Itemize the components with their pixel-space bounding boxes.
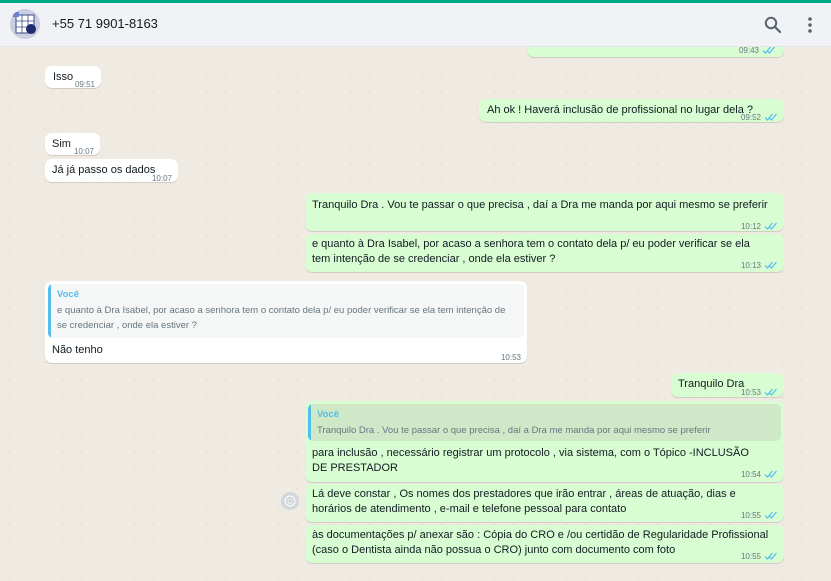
message-time: 10:55 <box>740 511 761 520</box>
message-text: Sim <box>52 138 71 150</box>
quote-bar <box>48 284 51 338</box>
quote-author: Você <box>57 289 80 300</box>
message-bubble-outgoing-reply[interactable]: Você Tranquilo Dra . Vou te passar o que… <box>305 401 784 482</box>
message-bubble-outgoing[interactable]: Tranquilo Dra . Vou te passar o que prec… <box>305 193 784 231</box>
double-check-icon <box>764 261 777 269</box>
message-bubble-incoming[interactable]: Sim 10:07 <box>45 133 100 156</box>
message-text: Isso <box>53 71 74 83</box>
message-bubble-incoming[interactable]: Já já passo os dados 10:07 <box>45 159 178 183</box>
message-text: e quanto à Dra Isabel, por acaso a senho… <box>312 238 750 265</box>
double-check-icon <box>762 47 775 54</box>
message-text: Lá deve constar , Os nomes dos prestador… <box>312 488 736 515</box>
message-time: 10:55 <box>740 552 761 561</box>
message-bubble-outgoing[interactable]: Lá deve constar , Os nomes dos prestador… <box>305 484 784 522</box>
message-text: para inclusão , necessário registrar um … <box>312 447 749 474</box>
quote-text: Tranquilo Dra . Vou te passar o que prec… <box>317 425 711 436</box>
double-check-icon <box>764 470 777 478</box>
message-text: Já já passo os dados <box>52 164 156 176</box>
quote-author: Você <box>317 409 340 420</box>
message-time: 09:43 <box>738 47 759 55</box>
double-check-icon <box>764 511 777 519</box>
message-time: 10:07 <box>73 147 94 156</box>
quote-bar <box>308 404 311 441</box>
message-bubble-outgoing[interactable]: às documentações p/ anexar são : Cópia d… <box>305 525 784 563</box>
message-text: Não tenho <box>52 344 103 356</box>
kebab-menu-icon[interactable] <box>800 15 820 35</box>
quote-text: e quanto à Dra Isabel, por acaso a senho… <box>57 305 506 331</box>
search-icon[interactable] <box>763 15 783 35</box>
message-time: 10:13 <box>740 261 761 270</box>
message-time: 10:53 <box>500 353 521 362</box>
message-list[interactable]: 09:43 Isso 09:51 Ah ok ! Haverá inclusão… <box>0 47 831 581</box>
message-bubble-incoming-reply[interactable]: Você e quanto à Dra Isabel, por acaso a … <box>45 281 527 363</box>
message-time: 10:53 <box>740 388 761 397</box>
message-bubble-outgoing[interactable]: Tranquilo Dra 10:53 <box>671 373 784 397</box>
message-bubble-outgoing[interactable]: e quanto à Dra Isabel, por acaso a senho… <box>305 234 784 272</box>
contact-name[interactable]: +55 71 9901-8163 <box>52 16 158 31</box>
message-time: 10:54 <box>740 470 761 479</box>
message-time: 09:51 <box>74 80 95 89</box>
message-time: 10:07 <box>151 174 172 183</box>
double-check-icon <box>764 388 777 396</box>
avatar[interactable] <box>10 9 40 39</box>
double-check-icon <box>764 222 777 230</box>
message-time: 10:12 <box>740 222 761 231</box>
chat-header: +55 71 9901-8163 <box>0 3 831 47</box>
message-bubble-incoming[interactable]: Isso 09:51 <box>45 66 101 89</box>
message-text: às documentações p/ anexar são : Cópia d… <box>312 529 769 556</box>
message-bubble-outgoing[interactable]: 09:43 <box>527 47 784 57</box>
message-time: 09:52 <box>740 113 761 122</box>
emoji-reaction-icon[interactable] <box>281 492 299 510</box>
quoted-message[interactable]: Você Tranquilo Dra . Vou te passar o que… <box>308 404 781 441</box>
double-check-icon <box>764 552 777 560</box>
message-text: Tranquilo Dra . Vou te passar o que prec… <box>312 199 768 211</box>
message-text: Ah ok ! Haverá inclusão de profissional … <box>487 104 753 116</box>
double-check-icon <box>764 113 777 121</box>
message-text: Tranquilo Dra <box>678 378 745 390</box>
message-bubble-outgoing[interactable]: Ah ok ! Haverá inclusão de profissional … <box>479 99 784 122</box>
quoted-message[interactable]: Você e quanto à Dra Isabel, por acaso a … <box>48 284 524 338</box>
